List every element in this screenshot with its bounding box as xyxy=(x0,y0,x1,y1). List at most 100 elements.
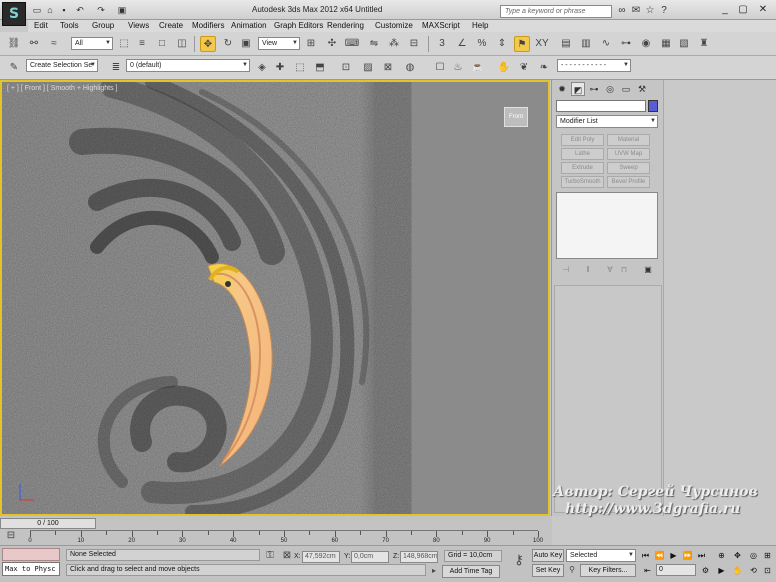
modifier-stack[interactable] xyxy=(556,192,658,259)
window-crossing-icon[interactable]: ◫ xyxy=(174,36,190,52)
bind-space-warp-icon[interactable]: ≈ xyxy=(46,36,62,52)
front-viewport[interactable]: [ + ] [ Front ] [ Smooth + Highlights ] … xyxy=(0,80,550,516)
undo-icon[interactable]: ↶ xyxy=(75,5,85,15)
render-frame-icon[interactable]: ▨ xyxy=(360,60,376,76)
line-style-dropdown[interactable]: - - - - - - - - - - - ▼ xyxy=(557,59,631,72)
render-setup-icon[interactable]: ▦ xyxy=(658,36,674,52)
key-mode-dropdown[interactable]: Selected ▼ xyxy=(566,549,636,562)
help-icon[interactable]: ? xyxy=(658,5,670,17)
named-selection-icon[interactable]: ⚑ xyxy=(514,36,530,52)
make-unique-icon[interactable]: ∀ xyxy=(604,264,616,276)
x-coordinate-field[interactable]: 47,592cm xyxy=(302,551,340,563)
set-current-layer-icon[interactable]: ⬒ xyxy=(312,60,328,76)
paint-tool-icon[interactable]: ❦ xyxy=(516,60,532,76)
set-keys-icon[interactable]: ⚷ xyxy=(510,552,528,570)
communication-icon[interactable]: ✉ xyxy=(630,5,642,17)
redo-icon[interactable]: ↷ xyxy=(96,5,106,15)
maxscript-listener-mini[interactable] xyxy=(2,548,60,561)
extrude-button[interactable]: Extrude xyxy=(561,162,604,174)
menu-tools[interactable]: Tools xyxy=(60,21,79,30)
curve-editor-icon[interactable]: ∿ xyxy=(598,36,614,52)
layer-manager-icon[interactable]: ▤ xyxy=(558,36,574,52)
mirror-icon[interactable]: ⇋ xyxy=(366,36,382,52)
motion-tab-icon[interactable]: ◎ xyxy=(603,82,617,96)
walk-through-icon[interactable]: ✋ xyxy=(732,565,743,576)
pan-view-icon[interactable]: ✥ xyxy=(732,550,743,561)
menu-views[interactable]: Views xyxy=(128,21,149,30)
zoom-region-icon[interactable]: ⊕ xyxy=(716,550,727,561)
modify-tab-icon[interactable]: ◩ xyxy=(571,82,585,96)
render-iterative-icon[interactable]: ☐ xyxy=(432,60,448,76)
menu-customize[interactable]: Customize xyxy=(375,21,413,30)
save-icon[interactable]: ▪ xyxy=(59,5,69,15)
edit-named-selection-icon[interactable]: ✎ xyxy=(6,60,22,76)
link-icon[interactable]: ⛓ xyxy=(6,36,22,52)
select-and-scale-icon[interactable]: ▣ xyxy=(238,36,254,52)
current-frame-field[interactable]: 0 xyxy=(656,564,696,576)
environment-icon[interactable]: ⊠ xyxy=(380,60,396,76)
unlink-icon[interactable]: ⚯ xyxy=(26,36,42,52)
percent-snap-icon[interactable]: % xyxy=(474,36,490,52)
z-coordinate-field[interactable]: 148,968cm xyxy=(400,551,438,563)
minimize-icon[interactable]: _ xyxy=(718,3,732,17)
absolute-mode-icon[interactable]: ⊠ xyxy=(279,548,295,564)
go-to-end-icon[interactable]: ⏭ xyxy=(696,550,707,561)
bevel-profile-button[interactable]: Bevel Profile xyxy=(607,176,650,188)
configure-modifier-sets-icon[interactable]: ▣ xyxy=(642,264,654,276)
show-end-result-icon[interactable]: ‖ xyxy=(582,264,594,276)
close-icon[interactable]: ✕ xyxy=(756,3,770,17)
align-icon[interactable]: ⊟ xyxy=(406,36,422,52)
selection-filter-dropdown[interactable]: All ▼ xyxy=(71,37,113,50)
new-file-icon[interactable]: ▭ xyxy=(32,5,42,15)
add-time-tag-button[interactable]: Add Time Tag xyxy=(442,565,500,578)
axis-constraints-icon[interactable]: XY xyxy=(534,36,550,52)
field-of-view-icon[interactable]: ▶ xyxy=(716,565,727,576)
menu-help[interactable]: Help xyxy=(472,21,488,30)
open-file-icon[interactable]: ⌂ xyxy=(45,5,55,15)
menu-edit[interactable]: Edit xyxy=(34,21,48,30)
key-mode-toggle-icon[interactable]: ⇤ xyxy=(642,565,653,576)
sweep-button[interactable]: Sweep xyxy=(607,162,650,174)
lock-selection-icon[interactable]: ⚿ xyxy=(262,548,278,564)
hierarchy-tab-icon[interactable]: ⊶ xyxy=(587,82,601,96)
render-production-icon[interactable]: ♜ xyxy=(696,36,712,52)
select-object-icon[interactable]: ⬚ xyxy=(116,36,132,52)
rect-selection-icon[interactable]: □ xyxy=(154,36,170,52)
display-tab-icon[interactable]: ▭ xyxy=(619,82,633,96)
activeshade-icon[interactable]: ☕ xyxy=(470,60,486,76)
key-filter-icon[interactable]: ⚲ xyxy=(566,564,578,576)
menu-modifiers[interactable]: Modifiers xyxy=(192,21,224,30)
menu-rendering[interactable]: Rendering xyxy=(327,21,364,30)
create-layer-icon[interactable]: ◈ xyxy=(254,60,270,76)
y-coordinate-field[interactable]: 0,0cm xyxy=(351,551,389,563)
layer-dropdown[interactable]: 0 (default) ▼ xyxy=(126,59,250,72)
mini-curve-editor-icon[interactable]: ⊟ xyxy=(4,529,18,543)
keyboard-shortcut-icon[interactable]: ⌨ xyxy=(344,36,360,52)
material-button[interactable]: Material xyxy=(607,134,650,146)
select-manipulate-icon[interactable]: ✣ xyxy=(324,36,340,52)
hand-tool-icon[interactable]: ✋ xyxy=(496,60,512,76)
select-in-layer-icon[interactable]: ⬚ xyxy=(292,60,308,76)
layers-icon[interactable]: ≣ xyxy=(108,60,124,76)
favorites-icon[interactable]: ☆ xyxy=(644,5,656,17)
spinner-snap-icon[interactable]: ⇕ xyxy=(494,36,510,52)
object-name-field[interactable] xyxy=(556,100,646,112)
schematic-view-icon[interactable]: ⊶ xyxy=(618,36,634,52)
brush-tool-icon[interactable]: ❧ xyxy=(536,60,552,76)
lathe-button[interactable]: Lathe xyxy=(561,148,604,160)
graphite-icon[interactable]: ▥ xyxy=(578,36,594,52)
material-editor-icon[interactable]: ◉ xyxy=(638,36,654,52)
modifier-list-dropdown[interactable]: Modifier List ▼ xyxy=(556,115,658,128)
render-teapot-icon[interactable]: ♨ xyxy=(450,60,466,76)
menu-graph-editors[interactable]: Graph Editors xyxy=(274,21,323,30)
arc-rotate-icon[interactable]: ⟲ xyxy=(748,565,759,576)
snaps-toggle-icon[interactable]: 3 xyxy=(434,36,450,52)
next-frame-icon[interactable]: ⏩ xyxy=(682,550,693,561)
orbit-icon[interactable]: ◎ xyxy=(748,550,759,561)
reference-coord-dropdown[interactable]: View ▼ xyxy=(258,37,300,50)
viewport-label[interactable]: [ + ] [ Front ] [ Smooth + Highlights ] xyxy=(7,85,118,92)
pivot-center-icon[interactable]: ⊞ xyxy=(303,36,319,52)
select-and-move-icon[interactable]: ✥ xyxy=(200,36,216,52)
remove-modifier-icon[interactable]: ⊓ xyxy=(618,264,630,276)
uvw-map-button[interactable]: UVW Map xyxy=(607,148,650,160)
